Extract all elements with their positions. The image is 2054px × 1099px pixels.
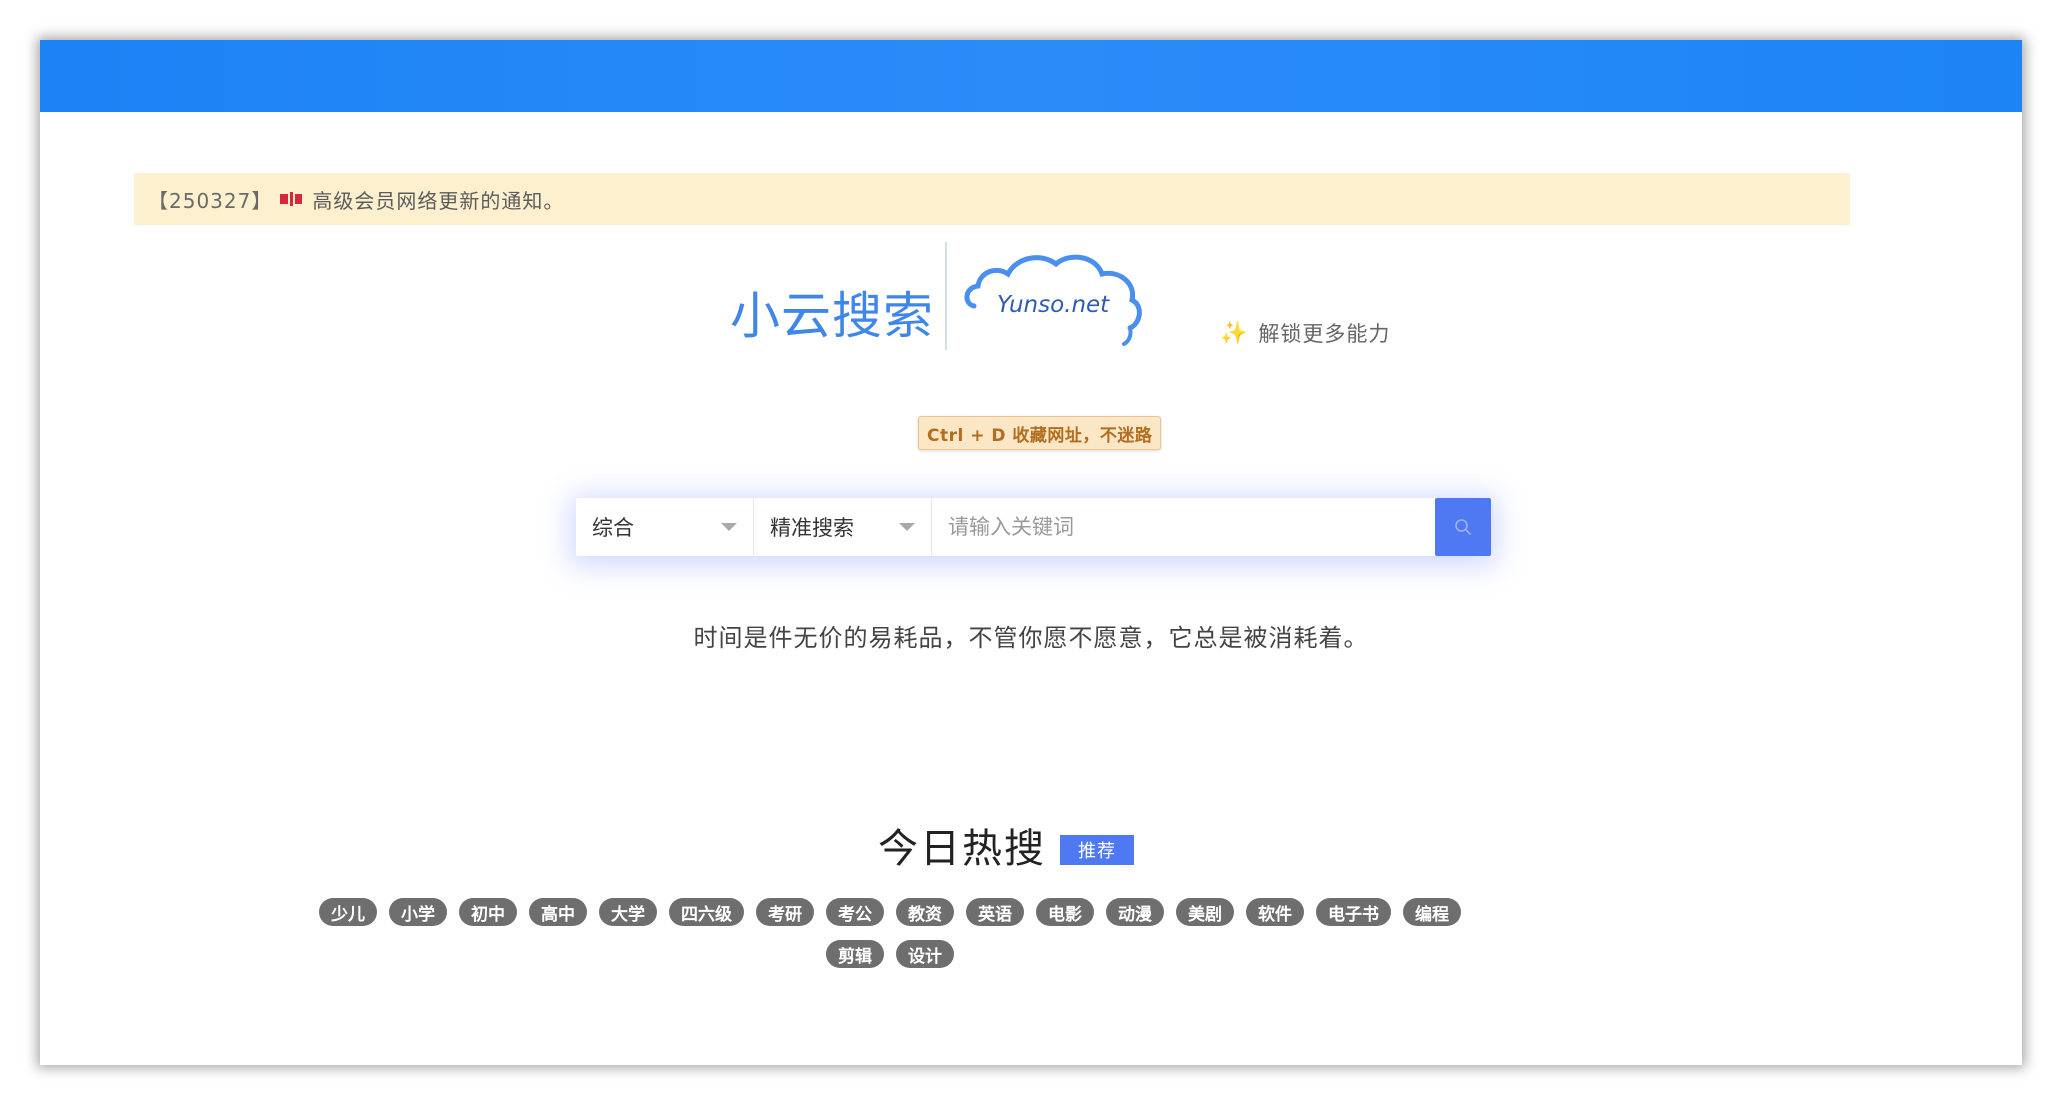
hot-tag[interactable]: 软件 — [1246, 898, 1304, 926]
notice-text[interactable]: 高级会员网络更新的通知。 — [312, 185, 564, 214]
hot-tag[interactable]: 英语 — [966, 898, 1024, 926]
brand-name: 小云搜索 — [730, 287, 934, 345]
notice-banner[interactable]: 【250327】 高级会员网络更新的通知。 — [134, 173, 1850, 225]
hot-tag[interactable]: 大学 — [599, 898, 657, 926]
hot-tag[interactable]: 动漫 — [1106, 898, 1164, 926]
hot-tag[interactable]: 美剧 — [1176, 898, 1234, 926]
hot-tag[interactable]: 初中 — [459, 898, 517, 926]
hot-tag[interactable]: 考研 — [756, 898, 814, 926]
hot-tag[interactable]: 考公 — [826, 898, 884, 926]
cloud-logo-icon: Yunso.net — [960, 248, 1150, 348]
unlock-label: 解锁更多能力 — [1258, 322, 1391, 346]
chevron-down-icon — [899, 523, 915, 531]
brand-logo[interactable]: 小云搜索 Yunso.net — [690, 238, 1150, 358]
hot-tag[interactable]: 教资 — [896, 898, 954, 926]
search-icon — [1455, 519, 1471, 535]
hot-search-title: 今日热搜 — [878, 826, 1046, 872]
hot-tag[interactable]: 四六级 — [669, 898, 744, 926]
search-button[interactable] — [1435, 498, 1491, 556]
recommend-badge: 推荐 — [1060, 835, 1134, 865]
search-input[interactable] — [932, 498, 1435, 556]
hot-tag[interactable]: 编程 — [1403, 898, 1461, 926]
sparkle-icon: ✨ — [1220, 320, 1249, 346]
top-nav-bar — [40, 40, 2022, 112]
hot-tags-list: 少儿 小学 初中 高中 大学 四六级 考研 考公 教资 英语 电影 动漫 美剧 软件 电子书 编程剪辑 设计 — [300, 898, 1480, 968]
search-bar: 综合 精准搜索 — [576, 498, 1491, 556]
chevron-down-icon — [721, 523, 737, 531]
category-select-value: 综合 — [592, 516, 634, 540]
cloud-logo-text: Yunso.net — [997, 292, 1110, 318]
search-mode-select-value: 精准搜索 — [770, 516, 854, 540]
hot-tag[interactable]: 设计 — [896, 940, 954, 968]
hot-tag[interactable]: 电子书 — [1316, 898, 1391, 926]
hot-tag[interactable]: 少儿 — [319, 898, 377, 926]
search-mode-select[interactable]: 精准搜索 — [754, 498, 932, 556]
hot-tag[interactable]: 剪辑 — [826, 940, 884, 968]
hot-tag[interactable]: 高中 — [529, 898, 587, 926]
notice-date: 【250327】 — [148, 188, 273, 213]
red-flag-icon — [280, 190, 303, 208]
hot-tag[interactable]: 电影 — [1036, 898, 1094, 926]
daily-quote: 时间是件无价的易耗品，不管你愿不愿意，它总是被消耗着。 — [693, 624, 1369, 652]
unlock-more-link[interactable]: ✨ 解锁更多能力 — [1220, 318, 1390, 348]
bookmark-tip: Ctrl + D 收藏网址，不迷路 — [918, 416, 1162, 450]
brand-divider — [945, 242, 947, 350]
hot-tag[interactable]: 小学 — [389, 898, 447, 926]
browser-page: 【250327】 高级会员网络更新的通知。 小云搜索 Yunso.net ✨ 解… — [40, 40, 2022, 1065]
category-select[interactable]: 综合 — [576, 498, 754, 556]
